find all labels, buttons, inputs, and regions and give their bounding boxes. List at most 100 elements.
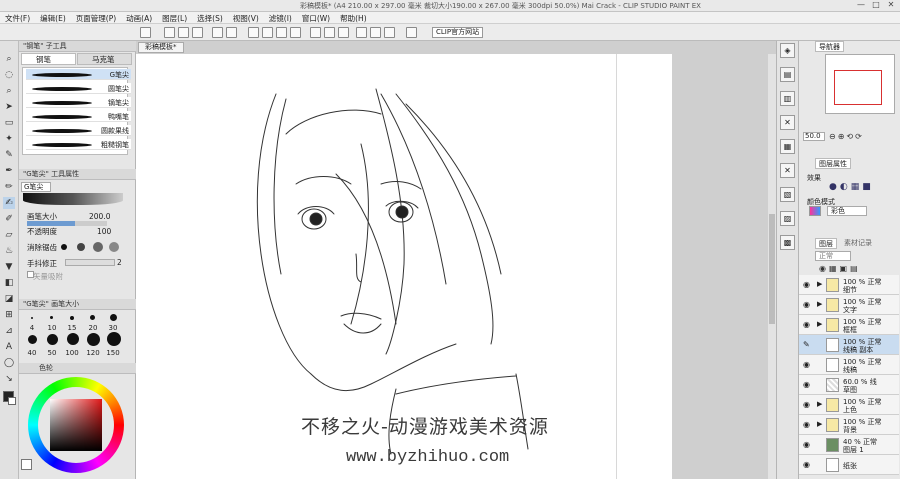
tab-layer-property[interactable]: 图层属性 <box>815 158 851 169</box>
maximize-button[interactable]: □ <box>869 0 883 9</box>
open-file-icon[interactable] <box>178 27 189 38</box>
invert-icon[interactable] <box>310 27 321 38</box>
layer-row[interactable]: ◉ 60.0 % 线草图 <box>799 375 899 395</box>
eye-icon[interactable]: ◉ <box>803 280 810 289</box>
color-wheel-tab[interactable]: 色轮 <box>19 363 136 374</box>
brush-item[interactable]: 圆款果线 <box>26 125 131 136</box>
brush-size-value[interactable]: 200.0 <box>89 212 110 221</box>
zoom-controls[interactable]: ⊖⊕⟲⟳ <box>829 132 864 141</box>
layer-row-selected[interactable]: ✎ 100 % 正常 线稿 副本 <box>799 335 899 355</box>
stabilizer-slider[interactable] <box>65 259 115 266</box>
navigator-view-rect[interactable] <box>834 70 882 105</box>
folder-toggle-icon[interactable]: ▶ <box>817 280 822 288</box>
color-mode-select[interactable]: 彩色 <box>827 206 867 216</box>
brush-size-dot[interactable] <box>90 315 95 320</box>
pen-icon[interactable]: ✎ <box>803 340 810 349</box>
brush-size-dot[interactable] <box>87 333 100 346</box>
move-tool-icon[interactable]: ➤ <box>3 101 15 113</box>
clip-website-button[interactable]: CLIP官方网站 <box>432 27 484 38</box>
snap-grid-icon[interactable] <box>370 27 381 38</box>
layer-row[interactable]: ◉ ▶ 100 % 正常 细节 <box>799 275 899 295</box>
layer-row[interactable]: ◉ 纸张 <box>799 455 899 475</box>
stabilizer-value[interactable]: 2 <box>117 258 122 267</box>
color-set-icon[interactable]: ▨ <box>780 211 795 226</box>
panel-toggle-icon[interactable]: ◈ <box>780 43 795 58</box>
color-settings-icon[interactable] <box>406 27 417 38</box>
layer-row[interactable]: ◉ ▶ 100 % 正常 上色 <box>799 395 899 415</box>
frame-tool-icon[interactable]: ⊞ <box>3 309 15 321</box>
marquee-tool-icon[interactable]: ▭ <box>3 117 15 129</box>
fill-tool-icon[interactable]: ▼ <box>3 261 15 273</box>
color-mode-swatch[interactable] <box>809 206 821 216</box>
clip-studio-icon[interactable] <box>140 27 151 38</box>
opacity-value[interactable]: 100 <box>97 227 111 236</box>
layer-row[interactable]: ◉ ▶ 100 % 正常 文字 <box>799 295 899 315</box>
history-icon[interactable]: ✕ <box>780 115 795 130</box>
save-icon[interactable] <box>192 27 203 38</box>
eyedropper-tool-icon[interactable]: ⌕ <box>3 85 15 97</box>
folder-toggle-icon[interactable]: ▶ <box>817 420 822 428</box>
clear-icon[interactable] <box>248 27 259 38</box>
eye-icon[interactable]: ◉ <box>803 300 810 309</box>
eye-icon[interactable]: ◉ <box>803 360 810 369</box>
layer-row[interactable]: ◉ 40 % 正常 图层 1 <box>799 435 899 455</box>
brush-item[interactable]: 鸭嘴笔 <box>26 111 131 122</box>
info-icon[interactable]: ▦ <box>780 139 795 154</box>
intermediate-color-icon[interactable]: ▩ <box>780 235 795 250</box>
vector-snap-checkbox[interactable] <box>27 271 34 278</box>
effect-icons[interactable]: ●◐▦■ <box>829 182 874 192</box>
eraser-tool-icon[interactable]: ▱ <box>3 229 15 241</box>
brush-size-dot[interactable] <box>31 317 33 319</box>
sub-color-swatch[interactable] <box>8 397 16 405</box>
eye-icon[interactable]: ◉ <box>803 380 810 389</box>
lasso-tool-icon[interactable]: ◌ <box>3 69 15 81</box>
folder-toggle-icon[interactable]: ▶ <box>817 300 822 308</box>
layer-row[interactable]: ◉ ▶ 100 % 正常 框框 <box>799 315 899 335</box>
antialias-weak[interactable] <box>77 243 85 251</box>
brush-size-dot[interactable] <box>110 314 117 321</box>
crop-icon[interactable] <box>338 27 349 38</box>
minimize-button[interactable]: — <box>854 0 868 9</box>
brush-size-dot[interactable] <box>28 335 37 344</box>
tab-layers[interactable]: 图层 <box>815 238 837 249</box>
zoom-tool-icon[interactable]: ⌕ <box>3 53 15 65</box>
ruler-tool-icon[interactable]: ⊿ <box>3 325 15 337</box>
pipette-tool-icon[interactable]: ✎ <box>3 149 15 161</box>
pen-tool-icon[interactable]: ✒ <box>3 165 15 177</box>
brush-size-dot[interactable] <box>50 316 53 319</box>
folder-toggle-icon[interactable]: ▶ <box>817 400 822 408</box>
brush-size-dot[interactable] <box>107 332 121 346</box>
folder-toggle-icon[interactable]: ▶ <box>817 320 822 328</box>
gradient-tool-icon[interactable]: ◧ <box>3 277 15 289</box>
transform-icon[interactable] <box>276 27 287 38</box>
tab-navigator[interactable]: 导航器 <box>815 41 844 52</box>
fill-icon[interactable] <box>324 27 335 38</box>
deselect-icon[interactable] <box>290 27 301 38</box>
selection-icon[interactable] <box>262 27 273 38</box>
redo-icon[interactable] <box>226 27 237 38</box>
brush-size-dot[interactable] <box>67 333 79 345</box>
color-wheel[interactable] <box>28 377 124 473</box>
document-tab[interactable]: 彩稿模板* <box>138 42 184 53</box>
palette-icon[interactable]: ▥ <box>780 91 795 106</box>
eye-icon[interactable]: ◉ <box>803 420 810 429</box>
color-swatch-sub[interactable] <box>21 459 32 470</box>
layer-row[interactable]: ◉ 100 % 正常 线稿 <box>799 355 899 375</box>
tab-marker[interactable]: 马克笔 <box>77 53 132 65</box>
airbrush-tool-icon[interactable]: ✐ <box>3 213 15 225</box>
eye-icon[interactable]: ◉ <box>803 400 810 409</box>
antialias-none[interactable] <box>61 244 67 250</box>
zoom-value[interactable]: 50.0 <box>803 132 825 141</box>
brush-item[interactable]: 圆笔尖 <box>26 83 131 94</box>
antialias-medium[interactable] <box>93 242 103 252</box>
antialias-strong[interactable] <box>109 242 119 252</box>
magic-wand-tool-icon[interactable]: ✦ <box>3 133 15 145</box>
correct-line-tool-icon[interactable]: ↘ <box>3 373 15 385</box>
eye-icon[interactable]: ◉ <box>803 440 810 449</box>
brush-item[interactable]: 镝笔尖 <box>26 97 131 108</box>
balloon-tool-icon[interactable]: ◯ <box>3 357 15 369</box>
vertical-scrollbar[interactable] <box>768 54 776 479</box>
figure-tool-icon[interactable]: ◪ <box>3 293 15 305</box>
snap-perspective-icon[interactable] <box>384 27 395 38</box>
layer-row[interactable]: ◉ ▶ 100 % 正常 背景 <box>799 415 899 435</box>
